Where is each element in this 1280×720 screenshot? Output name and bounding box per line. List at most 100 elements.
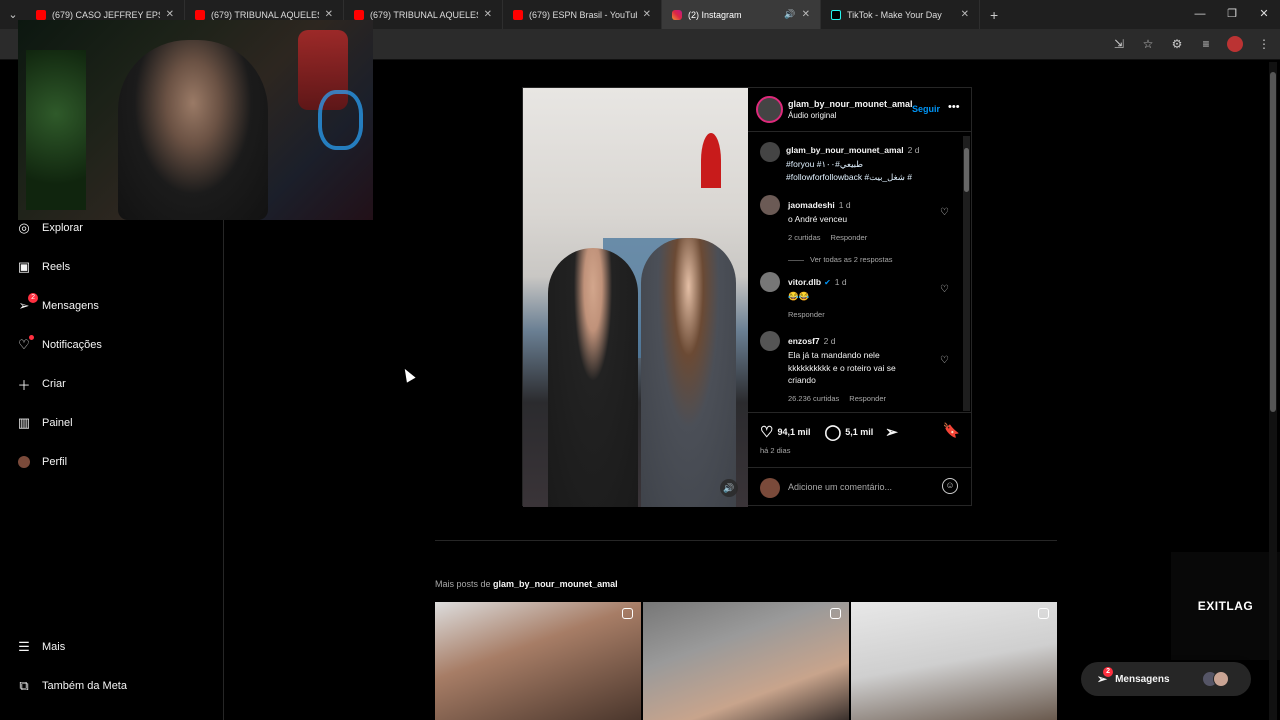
tab-title: TikTok - Make Your Day <box>847 9 942 20</box>
messages-label: Mensagens <box>1115 673 1170 685</box>
more-options-icon[interactable]: ••• <box>948 101 960 113</box>
action-row: ♡ 94,1 mil ◯ 5,1 mil ➢ <box>760 423 902 441</box>
like-heart-icon[interactable]: ♡ <box>760 423 773 441</box>
commenter-avatar[interactable] <box>760 272 780 292</box>
comment-text: Ela já ta mandando nele kkkkkkkkkk e o r… <box>788 350 896 385</box>
window-close-icon[interactable]: ✕ <box>1248 0 1280 29</box>
sidebar-item-notificacoes[interactable]: ♡ Notificações <box>16 335 102 353</box>
more-posts-heading: Mais posts de glam_by_nour_mounet_amal <box>435 579 618 589</box>
sidebar-item-explorar[interactable]: ◎ Explorar <box>16 220 83 236</box>
new-tab-button[interactable]: + <box>990 7 998 23</box>
christmas-tree-image <box>26 50 86 210</box>
close-icon[interactable]: ✕ <box>643 9 651 20</box>
reply-button[interactable]: Responder <box>849 394 886 403</box>
profile-avatar[interactable] <box>1227 36 1243 52</box>
caption-line[interactable]: #followforfollowback #شغل_بيت # <box>786 171 968 184</box>
comment-likes[interactable]: 2 curtidas <box>788 233 821 242</box>
sidebar-item-meta[interactable]: ⧉ Também da Meta <box>16 678 127 694</box>
close-icon[interactable]: ✕ <box>484 9 492 20</box>
like-count[interactable]: 94,1 mil <box>777 427 810 437</box>
comment-username[interactable]: enzosf7 <box>788 336 820 346</box>
close-icon[interactable]: ✕ <box>325 9 333 20</box>
scrollbar-thumb[interactable] <box>1270 72 1276 412</box>
caption-line[interactable]: #foryou #طبيعي#١٠٠ <box>786 158 968 171</box>
author-username[interactable]: glam_by_nour_mounet_amal <box>788 99 913 109</box>
comment-icon[interactable]: ◯ <box>824 423 841 441</box>
post-thumbnail[interactable] <box>435 602 641 720</box>
post-thumbnail[interactable] <box>643 602 849 720</box>
sidebar-item-painel[interactable]: ▥ Painel <box>16 415 73 431</box>
save-bookmark-icon[interactable]: 🔖 <box>943 422 960 439</box>
heart-icon: ♡ <box>16 335 34 353</box>
sidebar-item-label: Criar <box>42 378 66 390</box>
comment-username[interactable]: vitor.dlb <box>788 277 821 287</box>
sidebar-item-criar[interactable]: ＋ Criar <box>16 376 66 393</box>
browser-menu-icon[interactable]: ⋮ <box>1256 36 1272 52</box>
add-comment-field[interactable]: Adicione um comentário... ☺ <box>748 467 972 507</box>
comment-username[interactable]: jaomadeshi <box>788 200 835 210</box>
comment-input-placeholder[interactable]: Adicione um comentário... <box>788 482 892 492</box>
audio-label[interactable]: Áudio original <box>788 111 836 120</box>
follow-button[interactable]: Seguir <box>912 104 940 114</box>
scrollbar-thumb[interactable] <box>964 148 969 192</box>
woman-figure-image <box>641 238 736 507</box>
messages-button[interactable]: ➢ 2 Mensagens <box>1081 662 1251 696</box>
commenter-avatar[interactable] <box>760 331 780 351</box>
neon-light-image <box>318 90 363 150</box>
sidebar-item-label: Reels <box>42 261 71 273</box>
reels-icon: ▣ <box>17 259 31 274</box>
more-posts-username[interactable]: glam_by_nour_mounet_amal <box>493 579 618 589</box>
avatar <box>1213 671 1229 687</box>
post-video[interactable]: 🔊 <box>523 88 748 507</box>
post-thumbnail[interactable] <box>851 602 1057 720</box>
sidebar-item-reels[interactable]: ▣ Reels <box>16 259 70 275</box>
tab-title: (679) TRIBUNAL AQUELES CAR <box>211 9 319 20</box>
view-replies-button[interactable]: Ver todas as 2 respostas <box>788 255 968 264</box>
sidebar-item-perfil[interactable]: Perfil <box>16 454 67 470</box>
commenter-avatar[interactable] <box>760 195 780 215</box>
minimize-icon[interactable]: — <box>1184 0 1216 29</box>
sidebar-item-mensagens[interactable]: ➢ 2 Mensagens <box>16 293 99 314</box>
like-comment-heart-icon[interactable]: ♡ <box>940 355 949 366</box>
recent-avatars <box>1202 671 1229 687</box>
emoji-icon[interactable]: ☺ <box>942 478 958 494</box>
like-comment-heart-icon[interactable]: ♡ <box>940 207 949 218</box>
tab-youtube-4[interactable]: (679) ESPN Brasil - YouTube ✕ <box>503 0 662 29</box>
close-icon[interactable]: ✕ <box>166 9 174 20</box>
bookmark-star-icon[interactable]: ☆ <box>1140 36 1156 52</box>
speaker-icon[interactable]: 🔊 <box>784 9 795 20</box>
caption: glam_by_nour_mounet_amal 2 d #foryou #طبي… <box>748 140 968 183</box>
caption-username[interactable]: glam_by_nour_mounet_amal <box>786 145 904 155</box>
plus-icon: ＋ <box>17 377 31 393</box>
close-icon[interactable]: ✕ <box>961 9 969 20</box>
close-icon[interactable]: ✕ <box>802 9 810 20</box>
santa-hat-image <box>701 133 721 188</box>
comment-item: enzosf7 2 d Ela já ta mandando nele kkkkk… <box>748 331 968 403</box>
reel-icon <box>622 608 633 619</box>
extensions-icon[interactable]: ⚙ <box>1169 36 1185 52</box>
comments-scrollbar[interactable] <box>963 136 970 411</box>
youtube-icon <box>513 9 523 20</box>
sidebar-item-label: Explorar <box>42 222 83 234</box>
install-app-icon[interactable]: ⇲ <box>1111 36 1127 52</box>
comment-likes[interactable]: 26.236 curtidas <box>788 394 839 403</box>
sidebar-item-mais[interactable]: ☰ Mais <box>16 639 65 655</box>
media-controls-icon[interactable]: ≡ <box>1198 36 1214 52</box>
mouse-cursor <box>400 366 416 383</box>
comment-time: 2 d <box>823 336 836 346</box>
tab-tiktok[interactable]: TikTok - Make Your Day ✕ <box>821 0 980 29</box>
volume-icon[interactable]: 🔊 <box>720 479 738 497</box>
author-avatar[interactable] <box>756 96 783 123</box>
tab-instagram[interactable]: (2) Instagram 🔊 ✕ <box>662 0 821 29</box>
maximize-icon[interactable]: ❐ <box>1216 0 1248 29</box>
tab-title: (2) Instagram <box>688 9 742 20</box>
reply-button[interactable]: Responder <box>788 310 825 319</box>
author-avatar[interactable] <box>760 142 780 162</box>
compass-icon: ◎ <box>18 220 30 235</box>
sidebar-item-label: Notificações <box>42 339 102 351</box>
reply-button[interactable]: Responder <box>831 233 868 242</box>
comment-item: vitor.dlb ✔ 1 d 😂😂 Responder ♡ <box>748 272 968 319</box>
like-comment-heart-icon[interactable]: ♡ <box>940 284 949 295</box>
page-scrollbar[interactable] <box>1269 62 1277 720</box>
share-icon[interactable]: ➢ <box>885 423 898 441</box>
